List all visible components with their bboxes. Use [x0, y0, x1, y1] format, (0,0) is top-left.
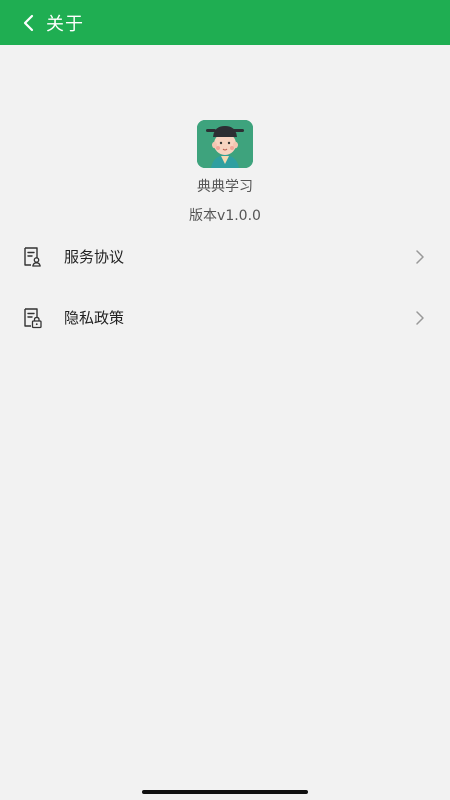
home-indicator[interactable]	[142, 790, 308, 794]
menu-item-label: 服务协议	[64, 248, 125, 266]
app-version: 版本v1.0.0	[189, 208, 261, 224]
document-lock-icon	[20, 306, 44, 330]
page-title: 关于	[46, 13, 84, 35]
back-button[interactable]	[10, 0, 46, 45]
app-logo-icon	[197, 120, 253, 168]
menu-item-label: 隐私政策	[64, 309, 125, 327]
settings-menu: 服务协议 隐私政策	[0, 226, 450, 348]
app-info-section: 典典学习 版本v1.0.0	[0, 120, 450, 225]
top-app-bar: 关于	[0, 0, 450, 45]
menu-item-privacy-policy[interactable]: 隐私政策	[0, 287, 450, 348]
app-name: 典典学习	[197, 179, 253, 195]
menu-item-service-agreement[interactable]: 服务协议	[0, 226, 450, 287]
document-user-icon	[20, 245, 44, 269]
chevron-left-icon	[23, 14, 34, 31]
chevron-right-icon	[414, 249, 426, 265]
chevron-right-icon	[414, 310, 426, 326]
